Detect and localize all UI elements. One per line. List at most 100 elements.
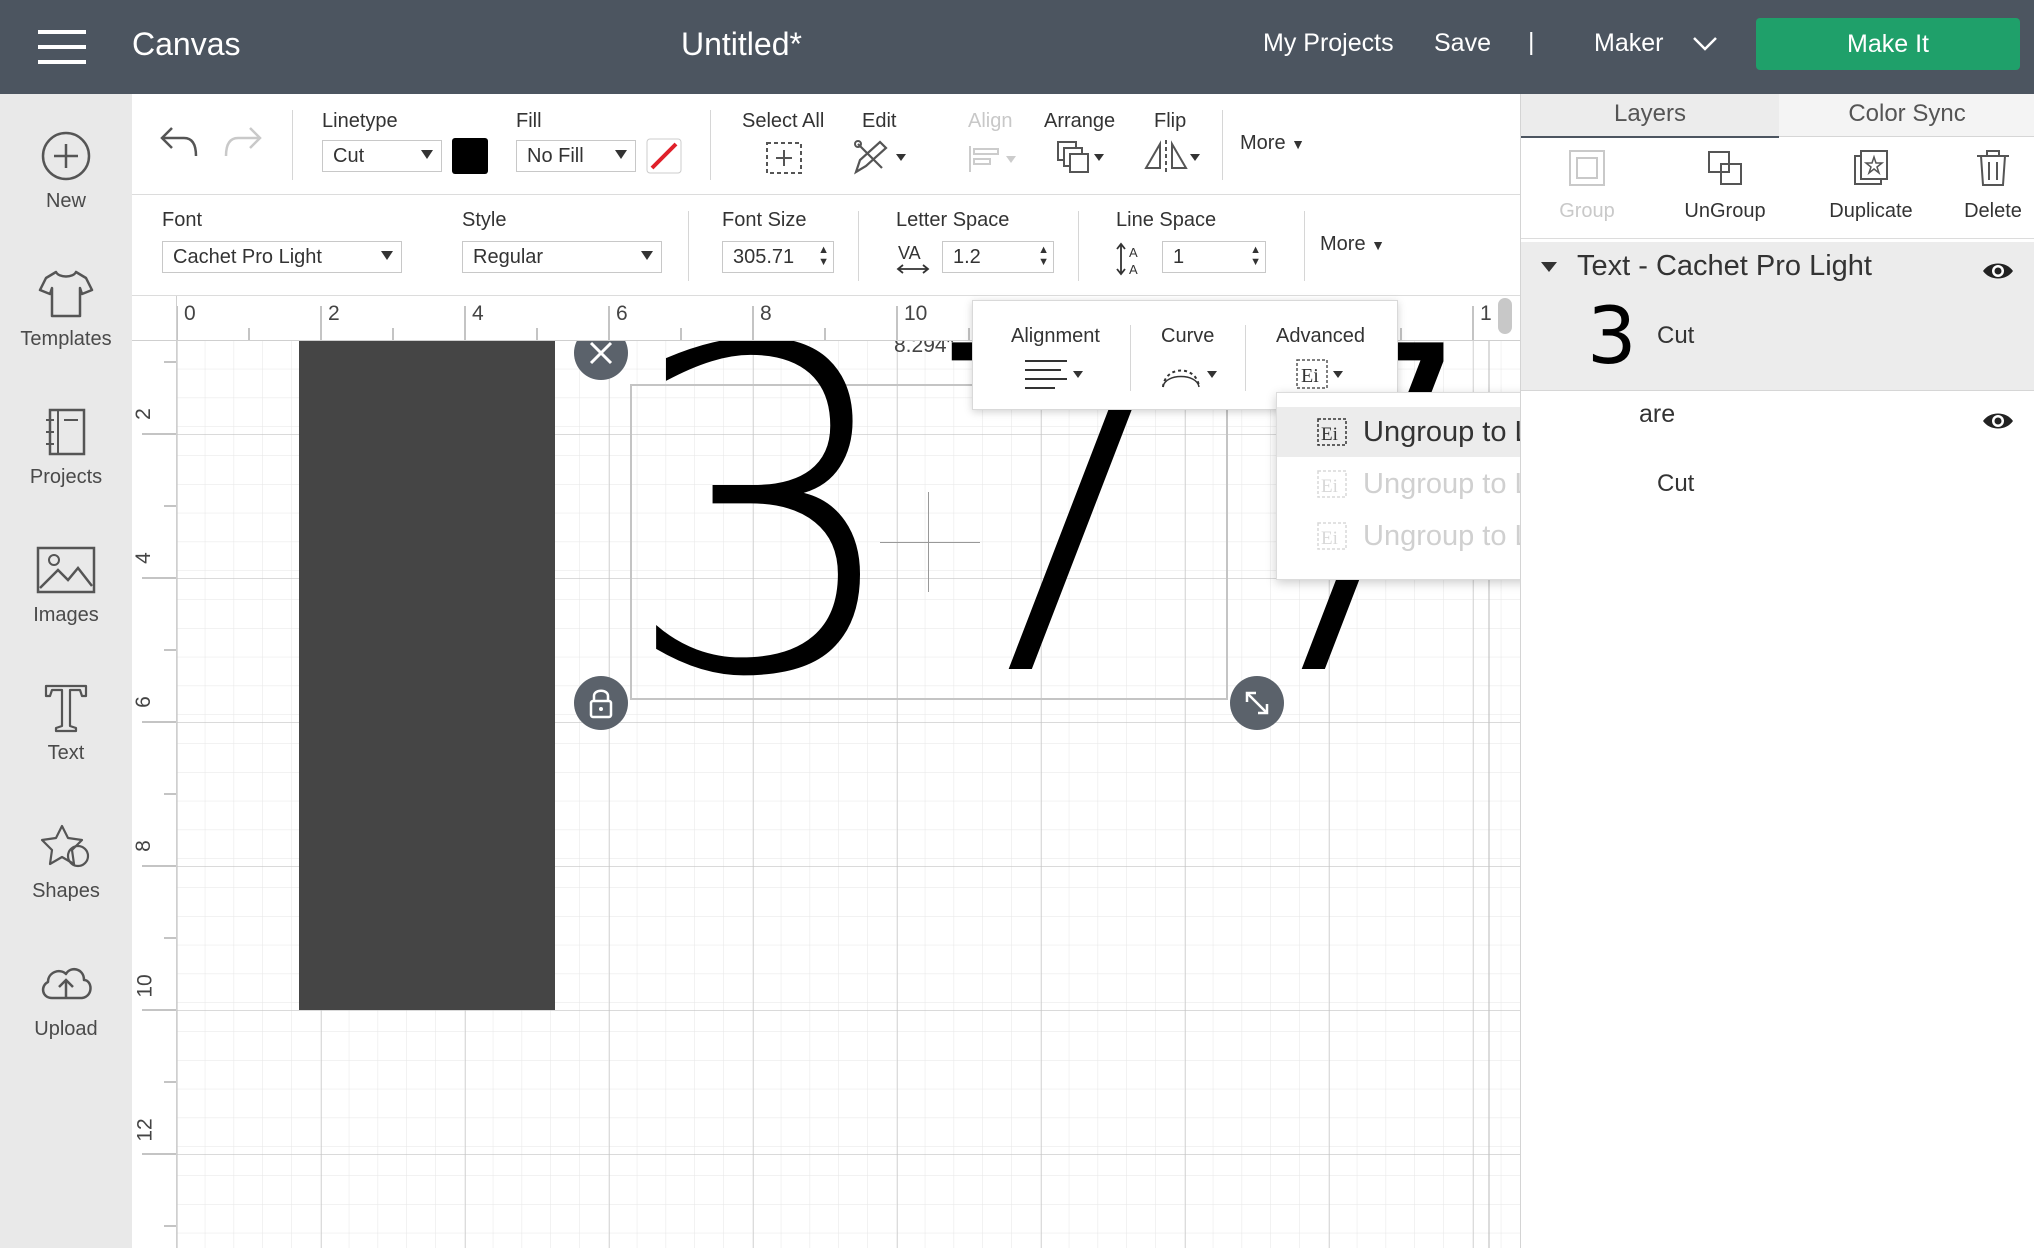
- save-button[interactable]: Save: [1434, 29, 1491, 58]
- image-icon: [36, 546, 96, 594]
- svg-text:VA: VA: [898, 243, 921, 263]
- delete-button[interactable]: Delete: [1951, 148, 2034, 234]
- sidebar-label-new: New: [45, 190, 86, 212]
- ungroup-button[interactable]: UnGroup: [1661, 148, 1789, 234]
- duplicate-icon: [1854, 150, 1888, 185]
- line-space-value: 1: [1173, 246, 1185, 268]
- sidebar-item-upload[interactable]: Upload: [0, 958, 132, 1078]
- svg-text:Ei: Ei: [1301, 365, 1319, 387]
- ungroup-label: UnGroup: [1684, 200, 1766, 222]
- font-size-label: Font Size: [722, 209, 807, 231]
- lock-handle[interactable]: [574, 676, 628, 730]
- linetype-dropdown[interactable]: Cut: [322, 140, 442, 172]
- curve-icon[interactable]: [1159, 357, 1221, 391]
- sidebar-label-text: Text: [47, 742, 85, 764]
- font-dropdown[interactable]: Cachet Pro Light: [162, 241, 402, 273]
- flip-icon[interactable]: [1142, 138, 1202, 176]
- stepper-icon[interactable]: ▲ ▼: [818, 244, 829, 268]
- square-shape[interactable]: [299, 340, 555, 1010]
- sidebar-label-upload: Upload: [34, 1018, 98, 1040]
- more-menu-1[interactable]: More ▼: [1240, 132, 1305, 155]
- group-label: Group: [1559, 200, 1615, 222]
- line-space-label: Line Space: [1116, 209, 1217, 231]
- line-space-field[interactable]: 1 ▲ ▼: [1162, 241, 1266, 273]
- document-title[interactable]: Untitled*: [681, 26, 802, 63]
- layer-square[interactable]: are Cut: [1521, 392, 2034, 532]
- duplicate-button[interactable]: Duplicate: [1805, 148, 1937, 234]
- caret-down-icon: [615, 150, 627, 159]
- cloud-upload-icon: [41, 967, 92, 1000]
- lock-icon: [589, 689, 613, 719]
- style-value: Regular: [473, 246, 544, 268]
- hamburger-menu-icon[interactable]: [38, 30, 86, 64]
- ruler-label: 4: [131, 552, 155, 564]
- more-menu-2[interactable]: More ▼: [1320, 233, 1385, 256]
- edit-tools-icon[interactable]: [852, 138, 912, 176]
- layer-title: are: [1639, 400, 1676, 428]
- stepper-icon[interactable]: ▲ ▼: [1250, 244, 1261, 268]
- letter-space-field[interactable]: 1.2 ▲ ▼: [942, 241, 1054, 273]
- undo-icon[interactable]: [158, 124, 200, 160]
- resize-handle[interactable]: [1230, 676, 1284, 730]
- advanced-label: Advanced: [1276, 325, 1365, 347]
- caret-down-icon: ▼: [1371, 237, 1385, 253]
- text-toolbar: Font Cachet Pro Light Style Regular Font…: [132, 195, 1520, 296]
- font-size-field[interactable]: 305.71 ▲ ▼: [722, 241, 834, 273]
- caret-down-icon: [381, 251, 393, 260]
- ruler-label: 6: [616, 302, 628, 325]
- chevron-down-icon[interactable]: [1692, 36, 1718, 52]
- sidebar-item-new[interactable]: New: [0, 130, 132, 250]
- tab-layers-label: Layers: [1613, 100, 1687, 127]
- ruler-label: 6: [131, 696, 155, 708]
- sidebar-item-projects[interactable]: Projects: [0, 406, 132, 526]
- no-fill-swatch-icon[interactable]: [646, 138, 682, 174]
- ruler-label: 8: [760, 302, 772, 325]
- select-all-icon[interactable]: [764, 140, 804, 176]
- stepper-icon[interactable]: ▲ ▼: [1038, 244, 1049, 268]
- tab-color-sync[interactable]: Color Sync: [1779, 94, 2034, 137]
- style-dropdown[interactable]: Regular: [462, 241, 662, 273]
- layer-actions-bar: Group UnGroup Duplicate Delete: [1521, 138, 2034, 239]
- fill-dropdown[interactable]: No Fill: [516, 140, 636, 172]
- sidebar-item-text[interactable]: Text: [0, 682, 132, 802]
- svg-text:A: A: [1129, 262, 1138, 277]
- my-projects-link[interactable]: My Projects: [1263, 29, 1394, 58]
- sidebar-label-templates: Templates: [20, 328, 112, 350]
- make-it-button[interactable]: Make It: [1756, 18, 2020, 70]
- ruler-label: 10: [904, 302, 928, 325]
- linetype-value: Cut: [333, 145, 365, 167]
- eye-icon[interactable]: [1981, 260, 2015, 282]
- text-t-icon: [44, 684, 88, 733]
- arrange-label: Arrange: [1044, 110, 1116, 132]
- layer-group-text[interactable]: Text - Cachet Pro Light 3 Cut: [1521, 242, 2034, 391]
- sidebar-item-shapes[interactable]: Shapes: [0, 820, 132, 940]
- linetype-color-swatch[interactable]: [452, 138, 488, 174]
- layer-thumbnail: 3: [1587, 292, 1637, 382]
- fill-value: No Fill: [527, 145, 584, 167]
- redo-icon[interactable]: [222, 124, 264, 160]
- ruler-left: 2 4 6 8 10 12: [132, 296, 177, 1248]
- sidebar-label-images: Images: [33, 604, 99, 626]
- curve-label: Curve: [1161, 325, 1215, 347]
- alignment-icon[interactable]: [1023, 357, 1085, 391]
- eye-icon[interactable]: [1981, 410, 2015, 432]
- collapse-caret-icon[interactable]: [1539, 260, 1559, 274]
- ungroup-letters-icon: Ei: [1317, 418, 1347, 446]
- font-value: Cachet Pro Light: [173, 246, 322, 268]
- letter-space-value: 1.2: [953, 246, 981, 268]
- sidebar-item-templates[interactable]: Templates: [0, 268, 132, 388]
- caret-down-icon: [421, 150, 433, 159]
- advanced-icon[interactable]: Ei: [1295, 357, 1351, 391]
- ungroup-icon: [1708, 151, 1742, 185]
- make-it-label: Make It: [1847, 30, 1929, 58]
- sidebar-item-images[interactable]: Images: [0, 544, 132, 664]
- tab-layers[interactable]: Layers: [1521, 94, 1779, 138]
- font-label: Font: [162, 209, 203, 231]
- arrange-icon[interactable]: [1054, 138, 1110, 176]
- ruler-label: 0: [184, 302, 196, 325]
- vertical-scrollbar[interactable]: [1498, 298, 1512, 334]
- svg-text:A: A: [1129, 245, 1138, 260]
- layer-cut-type: Cut: [1657, 322, 1695, 349]
- ruler-label: 12: [133, 1118, 157, 1142]
- machine-selector[interactable]: Maker: [1594, 29, 1663, 58]
